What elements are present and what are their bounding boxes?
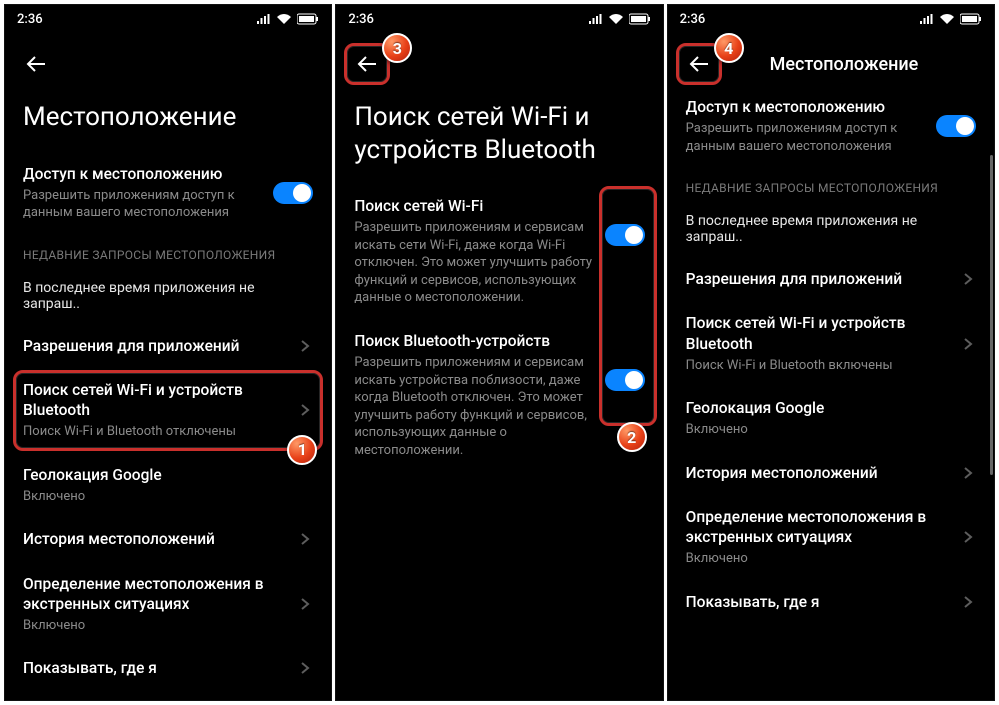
emergency-location-row[interactable]: Определение местоположения в экстренных …: [668, 495, 994, 580]
battery-icon: [960, 13, 982, 25]
recent-requests-text: В последнее время приложения не запраш..: [668, 201, 994, 257]
row-sub: Разрешить приложениям и сервисам искать …: [354, 219, 592, 307]
location-access-toggle[interactable]: [273, 182, 313, 204]
row-sub: Включено: [686, 421, 976, 439]
row-sub: Поиск Wi-Fi и Bluetooth включены: [686, 357, 948, 375]
row-title: Разрешения для приложений: [686, 269, 948, 289]
chevron-right-icon: [297, 660, 313, 676]
chevron-right-icon: [297, 531, 313, 547]
chevron-right-icon: [297, 338, 313, 354]
chevron-right-icon: [960, 271, 976, 287]
status-bar: 2:36: [668, 5, 994, 33]
section-header: НЕДАВНИЕ ЗАПРОСЫ МЕСТОПОЛОЖЕНИЯ: [5, 234, 331, 268]
back-button[interactable]: [682, 47, 716, 81]
section-header: НЕДАВНИЕ ЗАПРОСЫ МЕСТОПОЛОЖЕНИЯ: [668, 167, 994, 201]
back-button[interactable]: [350, 47, 384, 81]
page-title: Местоположение: [5, 85, 331, 152]
row-title: Поиск Bluetooth-устройств: [354, 331, 592, 351]
row-sub: Включено: [23, 617, 285, 635]
status-time: 2:36: [17, 12, 43, 27]
wifi-icon: [608, 13, 624, 25]
chevron-right-icon: [960, 529, 976, 545]
signal-icon: [919, 13, 934, 25]
row-sub: Включено: [686, 550, 948, 568]
wifi-icon: [276, 13, 292, 25]
row-title: Поиск сетей Wi-Fi и устройств Bluetooth: [686, 313, 948, 353]
row-title: Геолокация Google: [23, 465, 313, 485]
row-title: Поиск сетей Wi-Fi: [354, 196, 592, 216]
app-permissions-row[interactable]: Разрешения для приложений: [5, 324, 331, 368]
location-access-row[interactable]: Доступ к местоположению Разрешить прилож…: [668, 85, 994, 167]
row-title: История местоположений: [686, 463, 948, 483]
screen-2: 2:36 3 Поиск сетей Wi-Fi и устройств Blu…: [335, 4, 663, 701]
row-sub: Включено: [23, 488, 313, 506]
row-sub: Разрешить приложениям доступ к данным ва…: [23, 187, 261, 222]
chevron-right-icon: [960, 465, 976, 481]
marker-3: 3: [382, 33, 412, 63]
location-history-row[interactable]: История местоположений: [5, 517, 331, 561]
row-title: Доступ к местоположению: [23, 164, 261, 184]
row-title: Поиск сетей Wi-Fi и устройств Bluetooth: [23, 380, 285, 420]
page-title: Местоположение: [770, 54, 919, 75]
wifi-bt-scan-row[interactable]: Поиск сетей Wi-Fi и устройств Bluetooth …: [668, 301, 994, 386]
page-title: Поиск сетей Wi-Fi и устройств Bluetooth: [336, 85, 662, 184]
wifi-scan-row[interactable]: Поиск сетей Wi-Fi Разрешить приложениям …: [336, 184, 662, 319]
signal-icon: [256, 13, 271, 25]
chevron-right-icon: [297, 596, 313, 612]
status-icons: [919, 13, 982, 25]
battery-icon: [297, 13, 319, 25]
location-history-row[interactable]: История местоположений: [668, 451, 994, 495]
location-sharing-row[interactable]: Показывать, где я: [5, 646, 331, 690]
location-access-row[interactable]: Доступ к местоположению Разрешить прилож…: [5, 152, 331, 234]
location-sharing-row[interactable]: Показывать, где я: [668, 580, 994, 624]
status-bar: 2:36: [5, 5, 331, 33]
battery-icon: [629, 13, 651, 25]
chevron-right-icon: [297, 402, 313, 418]
bt-scan-row[interactable]: Поиск Bluetooth-устройств Разрешить прил…: [336, 319, 662, 471]
row-title: Показывать, где я: [686, 592, 948, 612]
row-title: Определение местоположения в экстренных …: [686, 507, 948, 547]
scroll-indicator[interactable]: [990, 155, 993, 475]
marker-4: 4: [714, 33, 744, 63]
row-title: Доступ к местоположению: [686, 97, 924, 117]
google-location-row[interactable]: Геолокация Google Включено: [668, 386, 994, 451]
wifi-icon: [939, 13, 955, 25]
status-time: 2:36: [348, 12, 374, 27]
status-icons: [588, 13, 651, 25]
row-title: Определение местоположения в экстренных …: [23, 574, 285, 614]
screen-1: 2:36 Местоположение Доступ к местоположе…: [4, 4, 332, 701]
bt-scan-toggle[interactable]: [605, 369, 645, 391]
chevron-right-icon: [960, 336, 976, 352]
row-sub: Поиск Wi-Fi и Bluetooth отключены: [23, 423, 285, 441]
row-sub: Разрешить приложениям и сервисам искать …: [354, 354, 592, 459]
row-title: История местоположений: [23, 529, 285, 549]
status-time: 2:36: [680, 12, 706, 27]
screen-3: 2:36 4 Местоположение Доступ к местополо…: [667, 4, 995, 701]
chevron-right-icon: [960, 594, 976, 610]
emergency-location-row[interactable]: Определение местоположения в экстренных …: [5, 562, 331, 647]
recent-requests-text: В последнее время приложения не запраш..: [5, 268, 331, 324]
google-location-row[interactable]: Геолокация Google Включено 1: [5, 453, 331, 518]
status-icons: [256, 13, 319, 25]
row-title: Показывать, где я: [23, 658, 285, 678]
wifi-scan-toggle[interactable]: [605, 224, 645, 246]
app-permissions-row[interactable]: Разрешения для приложений: [668, 257, 994, 301]
row-title: Геолокация Google: [686, 398, 976, 418]
row-title: Разрешения для приложений: [23, 336, 285, 356]
row-sub: Разрешить приложениям доступ к данным ва…: [686, 120, 924, 155]
back-button[interactable]: [19, 47, 53, 81]
wifi-bt-scan-row[interactable]: Поиск сетей Wi-Fi и устройств Bluetooth …: [5, 368, 331, 453]
status-bar: 2:36: [336, 5, 662, 33]
signal-icon: [588, 13, 603, 25]
location-access-toggle[interactable]: [936, 115, 976, 137]
